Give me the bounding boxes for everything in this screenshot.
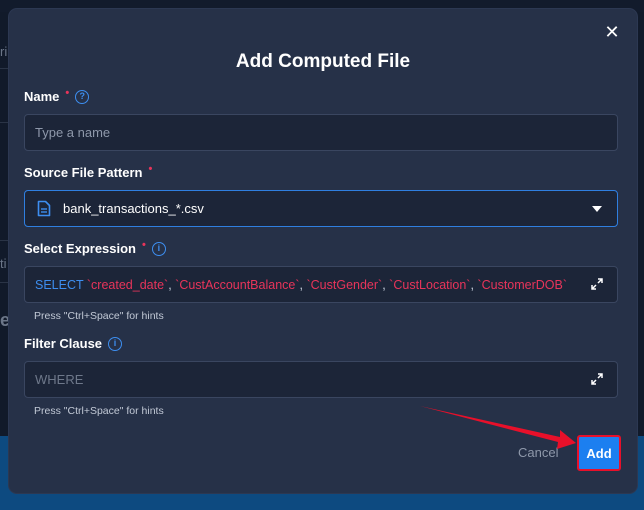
background-text-fragment: ti: [0, 256, 7, 271]
sql-column: `CustGender`: [306, 277, 383, 292]
sql-keyword: SELECT: [35, 277, 84, 292]
sql-column: `CustomerDOB`: [477, 277, 568, 292]
help-icon[interactable]: ?: [75, 89, 90, 104]
required-marker: •: [148, 162, 153, 175]
expand-icon[interactable]: [591, 278, 603, 290]
add-computed-file-dialog: Add Computed File ✕ Name • ? Type a name…: [9, 9, 637, 493]
cancel-button[interactable]: Cancel: [518, 445, 558, 460]
background-divider: [0, 240, 8, 241]
select-label-row: Select Expression • i: [24, 238, 166, 256]
info-icon[interactable]: i: [108, 336, 123, 351]
filter-placeholder: WHERE: [35, 372, 84, 387]
name-label: Name: [24, 89, 60, 104]
select-expression-text: SELECT `created_date`, `CustAccountBalan…: [35, 278, 591, 292]
info-icon[interactable]: i: [151, 241, 166, 256]
sql-column: `CustLocation`: [389, 277, 471, 292]
dialog-title: Add Computed File: [235, 51, 411, 72]
filter-clause-label: Filter Clause: [24, 336, 103, 351]
sql-column: `created_date`: [86, 277, 169, 292]
close-icon: ✕: [604, 22, 620, 42]
background-divider: [0, 122, 8, 123]
filter-hint-text: Press "Ctrl+Space" for hints: [34, 405, 164, 417]
required-marker: •: [65, 86, 70, 99]
select-expression-editor[interactable]: SELECT `created_date`, `CustAccountBalan…: [24, 266, 618, 303]
file-icon: [37, 200, 51, 217]
source-label-row: Source File Pattern •: [24, 162, 153, 181]
sql-column: `CustAccountBalance`: [175, 277, 300, 292]
source-selected-value: bank_transactions_*.csv: [63, 201, 204, 216]
close-button[interactable]: ✕: [603, 23, 621, 41]
background-text-fragment: ri: [0, 44, 8, 59]
source-file-pattern-label: Source File Pattern: [24, 165, 143, 180]
source-file-pattern-select[interactable]: bank_transactions_*.csv: [24, 190, 618, 227]
name-input[interactable]: Type a name: [24, 114, 618, 151]
filter-clause-editor[interactable]: WHERE: [24, 361, 618, 398]
chevron-down-icon[interactable]: [592, 206, 602, 212]
name-label-row: Name • ?: [24, 86, 90, 104]
background-divider: [0, 68, 8, 69]
add-button[interactable]: Add: [577, 435, 621, 471]
expand-icon[interactable]: [591, 373, 603, 385]
name-placeholder: Type a name: [35, 125, 111, 140]
select-expression-label: Select Expression: [24, 241, 136, 256]
background-divider: [0, 282, 8, 283]
filter-label-row: Filter Clause i: [24, 336, 123, 351]
required-marker: •: [142, 238, 146, 251]
select-hint-text: Press "Ctrl+Space" for hints: [34, 310, 164, 322]
